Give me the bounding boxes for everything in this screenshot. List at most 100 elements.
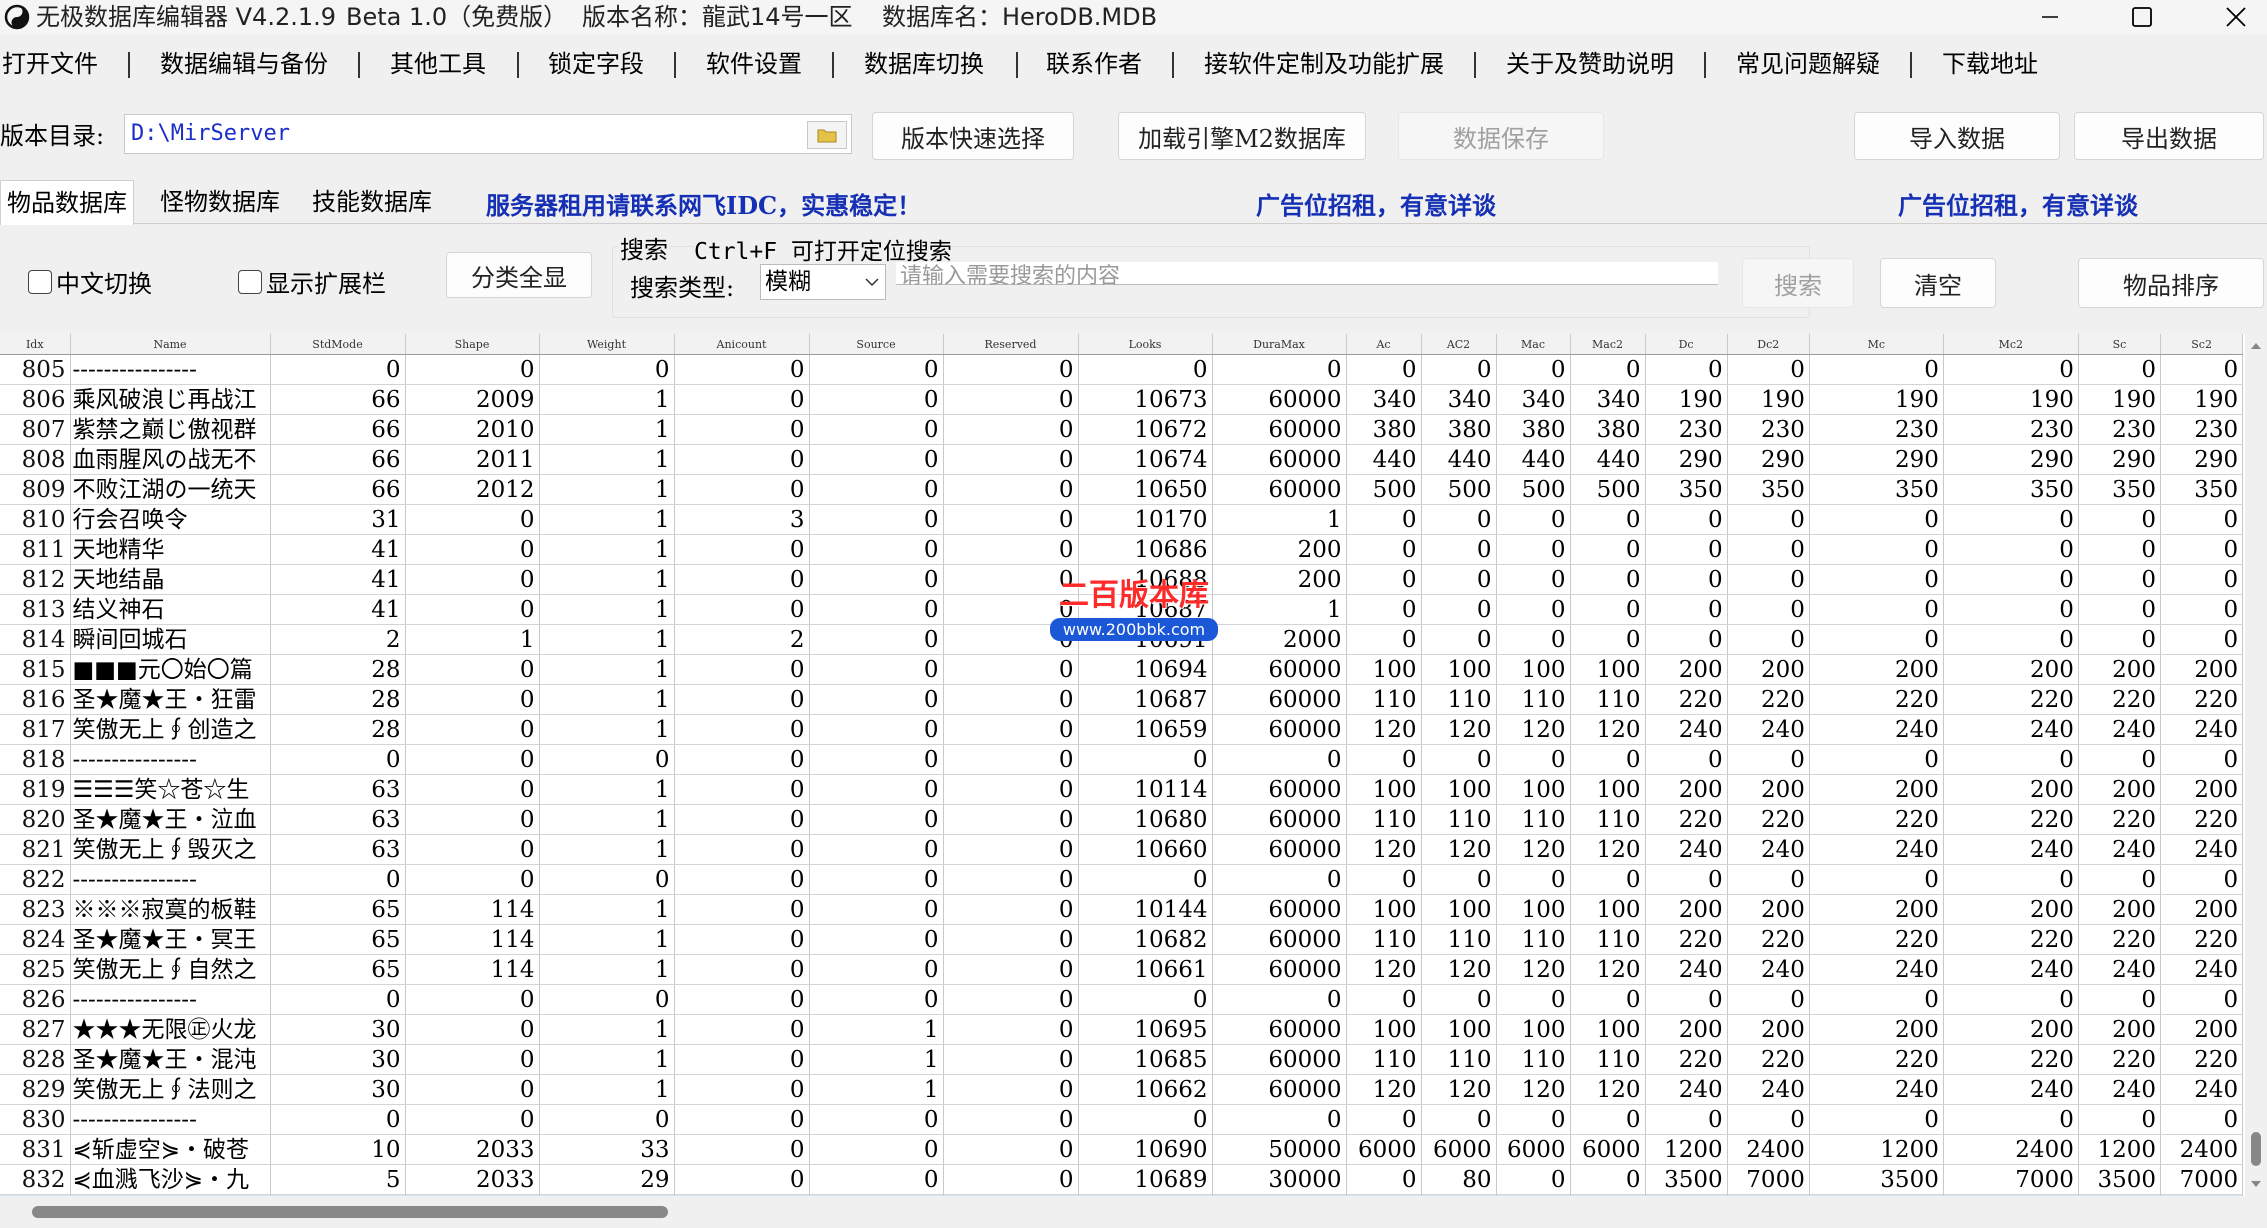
cell-duramax[interactable]: 1	[1212, 504, 1347, 535]
cell-mc[interactable]: 190	[1809, 384, 1944, 415]
cell-looks[interactable]: 10687	[1078, 684, 1213, 715]
cell-name[interactable]: 天地精华	[70, 534, 271, 565]
cell-name[interactable]: ※※※寂寞的板鞋	[70, 894, 271, 925]
cell-sc2[interactable]: 0	[2160, 624, 2244, 655]
cell-sc2[interactable]: 240	[2160, 1074, 2244, 1105]
cell-stdmode[interactable]: 10	[270, 1134, 406, 1165]
cell-duramax[interactable]: 2000	[1212, 624, 1347, 655]
cell-anicount[interactable]: 0	[674, 954, 810, 985]
column-header-weight[interactable]: Weight	[539, 334, 675, 355]
cell-sc[interactable]: 350	[2078, 474, 2162, 505]
cell-mc[interactable]: 240	[1809, 714, 1944, 745]
cell-name[interactable]: 笑傲无上∮毁灭之	[70, 834, 271, 865]
cell-dc2[interactable]: 200	[1727, 1014, 1810, 1045]
cell-shape[interactable]: 0	[405, 744, 540, 775]
table-row[interactable]: 818 ---------------- 0 0 0 0 0 0 0 0 0 0 0 0 0 0 0 0 0 0	[0, 744, 2244, 775]
cell-sc[interactable]: 3500	[2078, 1164, 2162, 1195]
cell-anicount[interactable]: 0	[674, 984, 810, 1015]
cell-stdmode[interactable]: 65	[270, 894, 406, 925]
cell-anicount[interactable]: 0	[674, 714, 810, 745]
cell-mc2[interactable]: 190	[1943, 384, 2079, 415]
cell-mc[interactable]: 230	[1809, 414, 1944, 445]
cell-sc[interactable]: 290	[2078, 444, 2162, 475]
cell-looks[interactable]: 10661	[1078, 954, 1213, 985]
cell-idx[interactable]: 823	[0, 894, 71, 925]
cell-ac2[interactable]: 100	[1421, 654, 1497, 685]
cell-reserved[interactable]: 0	[943, 684, 1079, 715]
search-input[interactable]: 请输入需要搜索的内容	[896, 262, 1718, 289]
cell-name[interactable]: 结义神石	[70, 594, 271, 625]
cell-anicount[interactable]: 0	[674, 864, 810, 895]
cell-dc[interactable]: 240	[1645, 834, 1728, 865]
cell-sc[interactable]: 0	[2078, 744, 2162, 775]
cell-mc2[interactable]: 350	[1943, 474, 2079, 505]
cell-shape[interactable]: 0	[405, 504, 540, 535]
column-header-sc[interactable]: Sc	[2078, 334, 2162, 355]
cell-sc2[interactable]: 0	[2160, 354, 2244, 385]
cell-sc[interactable]: 240	[2078, 1074, 2162, 1105]
cell-dc[interactable]: 240	[1645, 714, 1728, 745]
cell-mc2[interactable]: 220	[1943, 684, 2079, 715]
cell-mc2[interactable]: 0	[1943, 984, 2079, 1015]
cell-anicount[interactable]: 0	[674, 924, 810, 955]
cell-mac2[interactable]: 110	[1570, 924, 1646, 955]
cell-reserved[interactable]: 0	[943, 504, 1079, 535]
cell-ac2[interactable]: 0	[1421, 564, 1497, 595]
cell-reserved[interactable]: 0	[943, 834, 1079, 865]
cell-mac[interactable]: 0	[1496, 1164, 1571, 1195]
cell-ac2[interactable]: 120	[1421, 834, 1497, 865]
cell-shape[interactable]: 0	[405, 564, 540, 595]
cell-shape[interactable]: 2033	[405, 1164, 540, 1195]
cell-mc2[interactable]: 0	[1943, 744, 2079, 775]
cell-shape[interactable]: 0	[405, 1014, 540, 1045]
cell-stdmode[interactable]: 66	[270, 444, 406, 475]
cell-idx[interactable]: 819	[0, 774, 71, 805]
table-row[interactable]: 829 笑傲无上∮法则之 30 0 1 0 1 0 10662 60000 120 120 120 120…	[0, 1074, 2244, 1105]
cell-duramax[interactable]: 60000	[1212, 384, 1347, 415]
cell-shape[interactable]: 0	[405, 864, 540, 895]
cell-ac2[interactable]: 0	[1421, 984, 1497, 1015]
cell-dc2[interactable]: 0	[1727, 504, 1810, 535]
cell-idx[interactable]: 822	[0, 864, 71, 895]
cell-ac[interactable]: 340	[1346, 384, 1422, 415]
cell-name[interactable]: ----------------	[70, 1104, 271, 1135]
cell-mc[interactable]: 0	[1809, 744, 1944, 775]
cell-stdmode[interactable]: 2	[270, 624, 406, 655]
cell-mc[interactable]: 220	[1809, 684, 1944, 715]
cell-mc[interactable]: 0	[1809, 594, 1944, 625]
cell-dc2[interactable]: 0	[1727, 984, 1810, 1015]
cell-dc2[interactable]: 220	[1727, 924, 1810, 955]
cell-mac[interactable]: 120	[1496, 1074, 1571, 1105]
cell-duramax[interactable]: 60000	[1212, 1014, 1347, 1045]
cell-mc[interactable]: 0	[1809, 564, 1944, 595]
cell-shape[interactable]: 114	[405, 954, 540, 985]
cell-mc[interactable]: 240	[1809, 954, 1944, 985]
cell-dc2[interactable]: 220	[1727, 804, 1810, 835]
cell-mc[interactable]: 0	[1809, 534, 1944, 565]
cell-mac2[interactable]: 120	[1570, 834, 1646, 865]
cell-duramax[interactable]: 60000	[1212, 414, 1347, 445]
cell-source[interactable]: 0	[809, 714, 944, 745]
cell-name[interactable]: 笑傲无上∮创造之	[70, 714, 271, 745]
cell-dc[interactable]: 200	[1645, 774, 1728, 805]
table-row[interactable]: 832 ⋞血溅飞沙⋟・九 5 2033 29 0 0 0 10689 30000 0 80 0 0 3500…	[0, 1164, 2244, 1195]
table-row[interactable]: 827 ★★★无限㊣火龙 30 0 1 0 1 0 10695 60000 100 100 100 100…	[0, 1014, 2244, 1045]
cell-source[interactable]: 0	[809, 684, 944, 715]
table-row[interactable]: 806 乘风破浪じ再战江 66 2009 1 0 0 0 10673 60000 340 340 340…	[0, 384, 2244, 415]
cell-mac[interactable]: 100	[1496, 894, 1571, 925]
cell-ac[interactable]: 100	[1346, 654, 1422, 685]
cell-dc[interactable]: 200	[1645, 654, 1728, 685]
cell-stdmode[interactable]: 31	[270, 504, 406, 535]
cell-ac[interactable]: 380	[1346, 414, 1422, 445]
cell-dc[interactable]: 350	[1645, 474, 1728, 505]
cell-ac[interactable]: 110	[1346, 684, 1422, 715]
cell-mac[interactable]: 380	[1496, 414, 1571, 445]
minimize-button[interactable]	[2020, 0, 2080, 34]
cell-sc[interactable]: 0	[2078, 564, 2162, 595]
cell-reserved[interactable]: 0	[943, 384, 1079, 415]
cell-mac2[interactable]: 110	[1570, 1044, 1646, 1075]
cell-stdmode[interactable]: 41	[270, 594, 406, 625]
cell-mc[interactable]: 240	[1809, 834, 1944, 865]
cell-dc[interactable]: 0	[1645, 594, 1728, 625]
cell-mac[interactable]: 0	[1496, 504, 1571, 535]
